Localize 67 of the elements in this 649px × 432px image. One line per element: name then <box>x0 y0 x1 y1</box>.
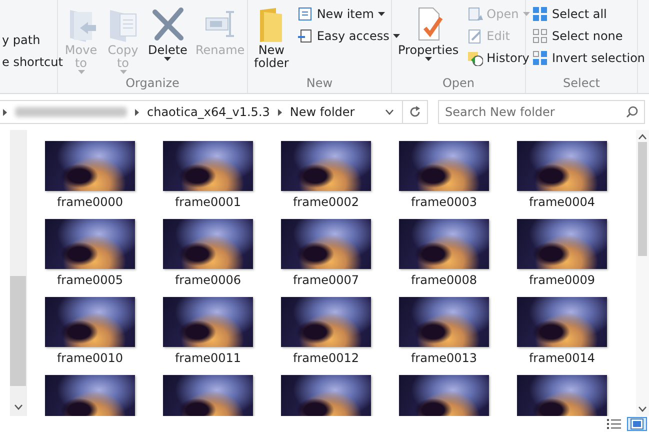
group-label: Open <box>442 76 475 90</box>
file-item[interactable]: frame0009 <box>503 216 621 294</box>
scrollbar[interactable] <box>10 130 26 416</box>
file-item[interactable]: frame0013 <box>385 294 503 372</box>
ribbon-button[interactable]: Delete <box>146 4 190 63</box>
chevron-down-icon <box>14 404 22 410</box>
refresh-icon <box>409 106 421 118</box>
file-name: frame0010 <box>56 351 124 365</box>
file-name: frame0012 <box>292 351 360 365</box>
file-name: frame0002 <box>292 195 360 209</box>
chevron-icon <box>278 108 282 116</box>
file-item[interactable]: frame0010 <box>31 294 149 372</box>
file-name: frame0006 <box>174 273 242 287</box>
file-name: frame0011 <box>174 351 242 365</box>
group-label: New <box>306 76 333 90</box>
details-view-icon <box>607 418 621 430</box>
scrollbar[interactable] <box>636 130 649 416</box>
folder-clock-icon <box>466 50 483 66</box>
grid-icon <box>532 50 548 66</box>
ribbon-button[interactable]: History <box>464 48 532 68</box>
file-item[interactable]: frame0007 <box>267 216 385 294</box>
file-item[interactable]: frame0000 <box>31 138 149 216</box>
file-item[interactable]: frame0006 <box>149 216 267 294</box>
path-segment[interactable]: chaotica_x64_v1.5.3 <box>147 105 270 119</box>
grid-outline-icon <box>532 28 548 44</box>
file-item[interactable]: frame0011 <box>149 294 267 372</box>
file-item[interactable]: frame0004 <box>503 138 621 216</box>
file-name: frame0014 <box>528 351 596 365</box>
file-item[interactable]: frame0008 <box>385 216 503 294</box>
file-name: frame0003 <box>410 195 478 209</box>
ribbon-button[interactable]: Invert selection <box>530 48 648 68</box>
view-button[interactable] <box>627 417 647 431</box>
search-field[interactable]: Search New folder <box>438 100 645 124</box>
file-name: frame0009 <box>528 273 596 287</box>
chevron-down-icon <box>638 406 647 412</box>
group-label: Organize <box>126 76 180 90</box>
file-name: frame0000 <box>56 195 124 209</box>
ribbon-button[interactable]: New folder <box>252 4 291 72</box>
pencil-document-icon <box>466 28 483 44</box>
file-item[interactable]: frame0012 <box>267 294 385 372</box>
new-document-icon <box>296 6 313 22</box>
chevron-icon <box>135 108 139 116</box>
path-segment[interactable]: New folder <box>290 105 355 119</box>
ribbon-button[interactable]: Select all <box>530 4 648 24</box>
chevron-icon <box>3 108 7 116</box>
ribbon-button[interactable]: Select none <box>530 26 648 46</box>
file-name: frame0001 <box>174 195 242 209</box>
file-item[interactable]: frame0002 <box>267 138 385 216</box>
file-item[interactable]: frame0003 <box>385 138 503 216</box>
file-name: frame0005 <box>56 273 124 287</box>
ribbon-button[interactable]: e shortcut <box>0 52 65 72</box>
group-label: Select <box>562 76 600 90</box>
ribbon-button[interactable]: y path <box>0 30 65 50</box>
grid-icon <box>532 6 548 22</box>
thumbnail-view-icon <box>630 418 644 430</box>
chevron-up-icon <box>638 134 647 140</box>
chevron-down-icon <box>385 109 394 115</box>
file-name: frame0007 <box>292 273 360 287</box>
file-item[interactable]: frame0005 <box>31 216 149 294</box>
file-name: frame0008 <box>410 273 478 287</box>
file-item[interactable]: frame0001 <box>149 138 267 216</box>
file-item[interactable]: frame0014 <box>503 294 621 372</box>
file-name: frame0013 <box>410 351 478 365</box>
file-name: frame0004 <box>528 195 596 209</box>
address-bar[interactable]: chaotica_x64_v1.5.3 New folder <box>0 100 428 124</box>
search-icon <box>626 106 638 118</box>
view-button[interactable] <box>604 417 624 431</box>
